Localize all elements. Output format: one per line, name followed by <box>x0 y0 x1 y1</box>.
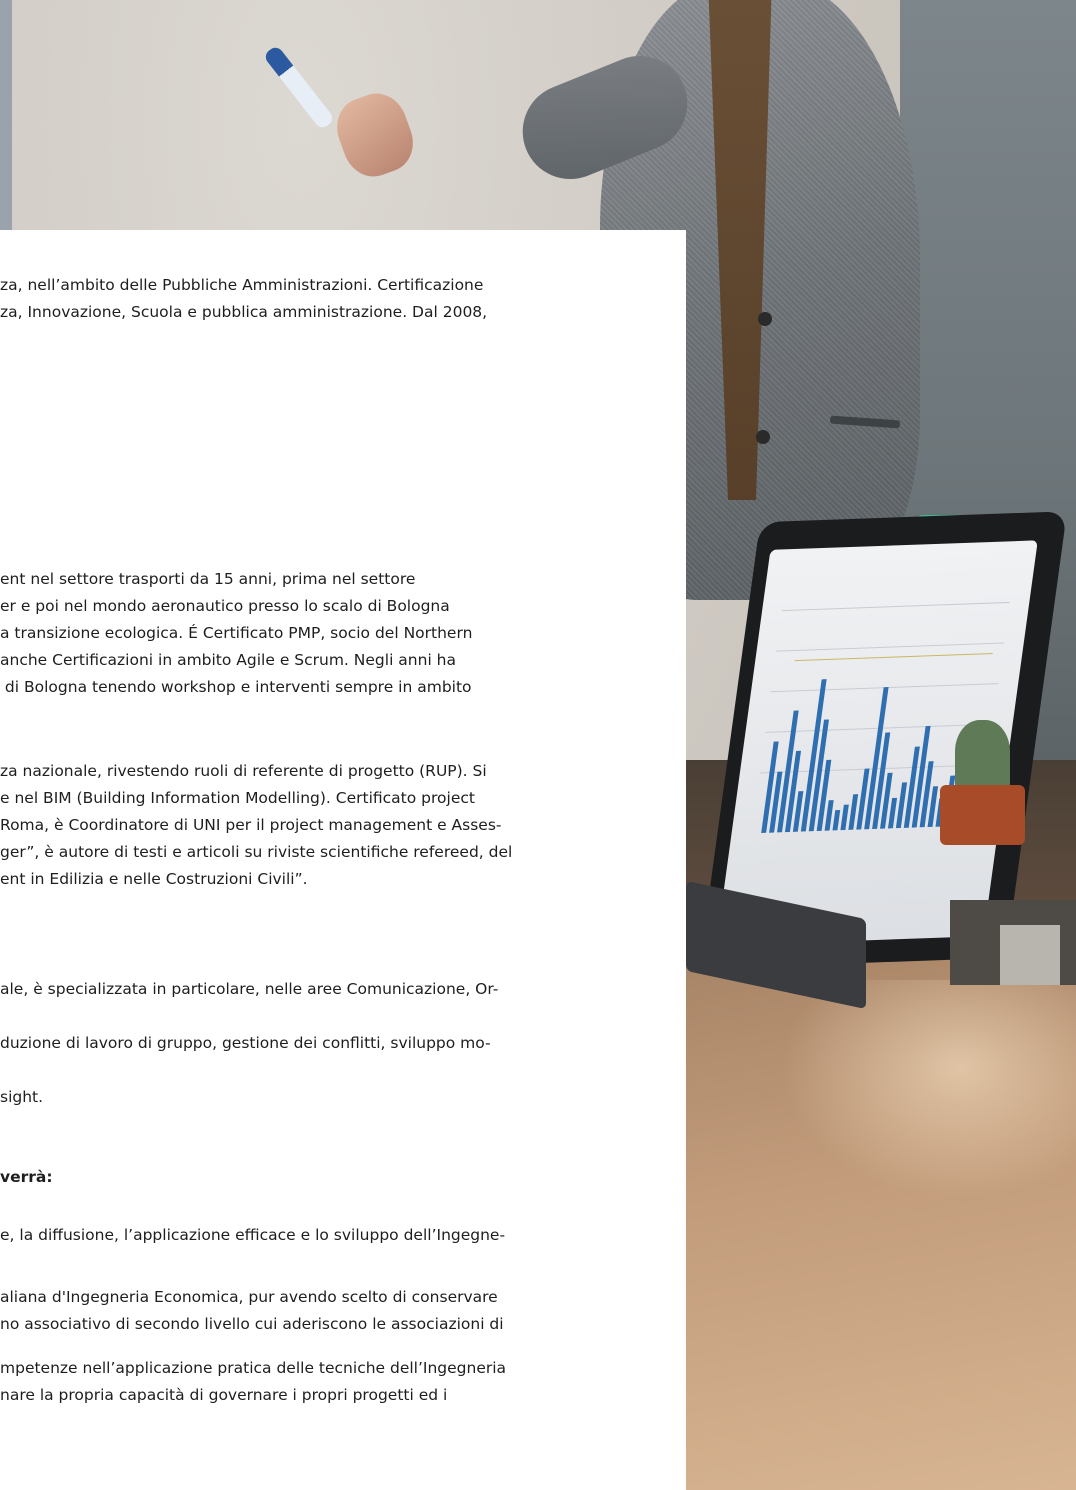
text-line: za, Innovazione, Scuola e pubblica ammin… <box>0 303 488 321</box>
plant <box>955 720 1010 790</box>
presenter-hand <box>328 85 422 185</box>
paragraph: ent nel settore trasporti da 15 anni, pr… <box>0 566 680 701</box>
text-line: sight. <box>0 1088 44 1106</box>
text-line: Roma, è Coordinatore di UNI per il proje… <box>0 816 502 834</box>
text-line: di Bologna tenendo workshop e interventi… <box>0 678 472 696</box>
text-line: za, nell’ambito delle Pubbliche Amminist… <box>0 276 484 294</box>
text-line: verrà: <box>0 1168 53 1186</box>
paragraph: e, la diffusione, l’applicazione efficac… <box>0 1222 680 1249</box>
text-line: no associativo di secondo livello cui ad… <box>0 1315 504 1333</box>
text-line: mpetenze nell’applicazione pratica delle… <box>0 1359 507 1377</box>
text-line: a transizione ecologica. É Certificato P… <box>0 624 473 642</box>
text-line: ale, è specializzata in particolare, nel… <box>0 980 499 998</box>
text-line: e, la diffusione, l’applicazione efficac… <box>0 1226 506 1244</box>
paragraph: verrà: <box>0 1164 680 1191</box>
paragraph: za nazionale, rivestendo ruoli di refere… <box>0 758 680 893</box>
text-card: za, nell’ambito delle Pubbliche Amminist… <box>0 230 686 1490</box>
screen-bar <box>832 809 841 831</box>
jacket-button <box>758 312 772 326</box>
text-line: e nel BIM (Building Information Modellin… <box>0 789 475 807</box>
text-line: ger”, è autore di testi e articoli su ri… <box>0 843 513 861</box>
text-line: er e poi nel mondo aeronautico presso lo… <box>0 597 450 615</box>
jacket-button <box>756 430 770 444</box>
text-line: za nazionale, rivestendo ruoli di refere… <box>0 762 487 780</box>
paragraph: aliana d'Ingegneria Economica, pur avend… <box>0 1284 680 1338</box>
paragraph: sight. <box>0 1084 680 1111</box>
text-line: nare la propria capacità di governare i … <box>0 1386 448 1404</box>
paragraph: mpetenze nell’applicazione pratica delle… <box>0 1355 680 1409</box>
plant-pot <box>940 785 1025 845</box>
desk-object <box>1000 925 1060 985</box>
text-line: anche Certificazioni in ambito Agile e S… <box>0 651 457 669</box>
paragraph: duzione di lavoro di gruppo, gestione de… <box>0 1030 680 1057</box>
light-reflection <box>780 980 1076 1200</box>
text-line: duzione di lavoro di gruppo, gestione de… <box>0 1034 491 1052</box>
text-line: aliana d'Ingegneria Economica, pur avend… <box>0 1288 498 1306</box>
paragraph: ale, è specializzata in particolare, nel… <box>0 976 680 1003</box>
screen-bar <box>840 804 849 831</box>
text-line: ent nel settore trasporti da 15 anni, pr… <box>0 570 416 588</box>
paragraph: za, nell’ambito delle Pubbliche Amminist… <box>0 272 680 326</box>
wall-edge <box>0 0 12 230</box>
text-line: ent in Edilizia e nelle Costruzioni Civi… <box>0 870 308 888</box>
marker-pen <box>262 44 336 131</box>
